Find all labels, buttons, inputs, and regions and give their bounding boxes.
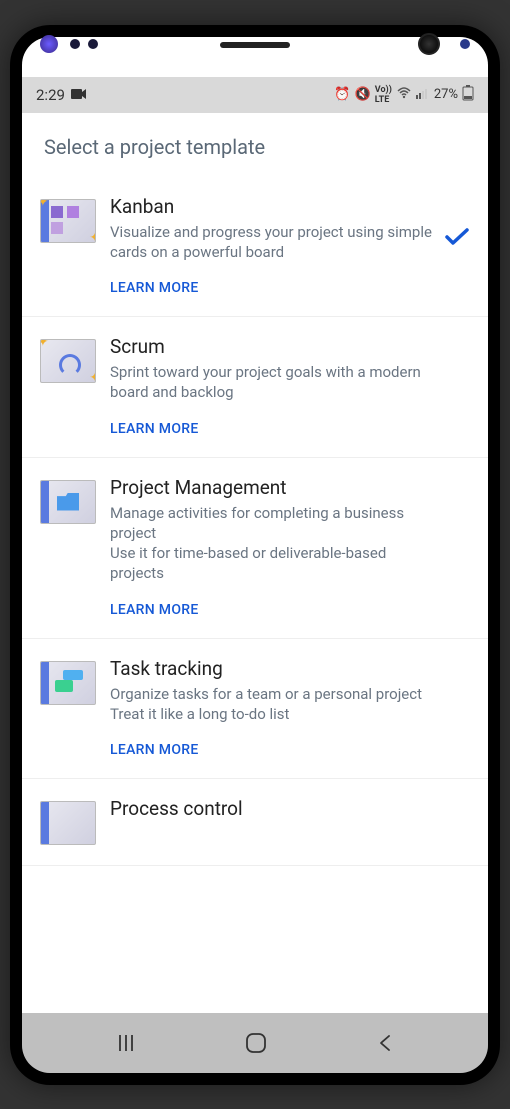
learn-more-link[interactable]: LEARN MORE: [110, 602, 470, 618]
signal-icon: [416, 87, 430, 103]
scrum-icon: ✦✦: [40, 339, 96, 383]
recents-button[interactable]: [115, 1032, 137, 1054]
learn-more-link[interactable]: LEARN MORE: [110, 421, 470, 437]
template-list: ✦✦ Kanban Visualize and progress your pr…: [22, 177, 488, 867]
template-item-kanban[interactable]: ✦✦ Kanban Visualize and progress your pr…: [22, 177, 488, 318]
status-time: 2:29: [36, 86, 65, 104]
lte-icon: Vo))LTE: [375, 85, 392, 105]
project-management-icon: [40, 480, 96, 524]
back-button[interactable]: [375, 1032, 395, 1054]
page-title: Select a project template: [22, 113, 488, 177]
battery-icon: [462, 85, 474, 105]
learn-more-link[interactable]: LEARN MORE: [110, 742, 470, 758]
camera-icon: [71, 86, 87, 104]
template-description: Sprint toward your project goals with a …: [110, 362, 470, 403]
template-item-process-control[interactable]: Process control: [22, 779, 488, 866]
mute-icon: 🔇: [355, 87, 371, 102]
template-title: Kanban: [110, 195, 470, 218]
template-description: Manage activities for completing a busin…: [110, 503, 470, 584]
phone-hardware: [10, 25, 500, 65]
check-icon: [444, 227, 470, 251]
wifi-icon: [396, 87, 412, 103]
template-title: Project Management: [110, 476, 470, 499]
template-item-project-management[interactable]: Project Management Manage activities for…: [22, 458, 488, 639]
status-bar: 2:29 ⏰ 🔇 Vo))LTE 27%: [22, 77, 488, 113]
template-item-task-tracking[interactable]: Task tracking Organize tasks for a team …: [22, 639, 488, 780]
template-title: Process control: [110, 797, 470, 820]
template-description: Organize tasks for a team or a personal …: [110, 684, 470, 725]
navigation-bar: [22, 1013, 488, 1073]
process-control-icon: [40, 801, 96, 845]
alarm-icon: ⏰: [334, 87, 350, 102]
kanban-icon: ✦✦: [40, 199, 96, 243]
battery-text: 27%: [434, 87, 458, 102]
home-button[interactable]: [244, 1031, 268, 1055]
template-title: Task tracking: [110, 657, 470, 680]
learn-more-link[interactable]: LEARN MORE: [110, 280, 470, 296]
template-title: Scrum: [110, 335, 470, 358]
phone-frame: 2:29 ⏰ 🔇 Vo))LTE 27%: [10, 25, 500, 1085]
content-area: Select a project template ✦✦ Kanban Visu…: [22, 113, 488, 1013]
template-description: Visualize and progress your project usin…: [110, 222, 470, 263]
task-tracking-icon: [40, 661, 96, 705]
template-item-scrum[interactable]: ✦✦ Scrum Sprint toward your project goal…: [22, 317, 488, 458]
